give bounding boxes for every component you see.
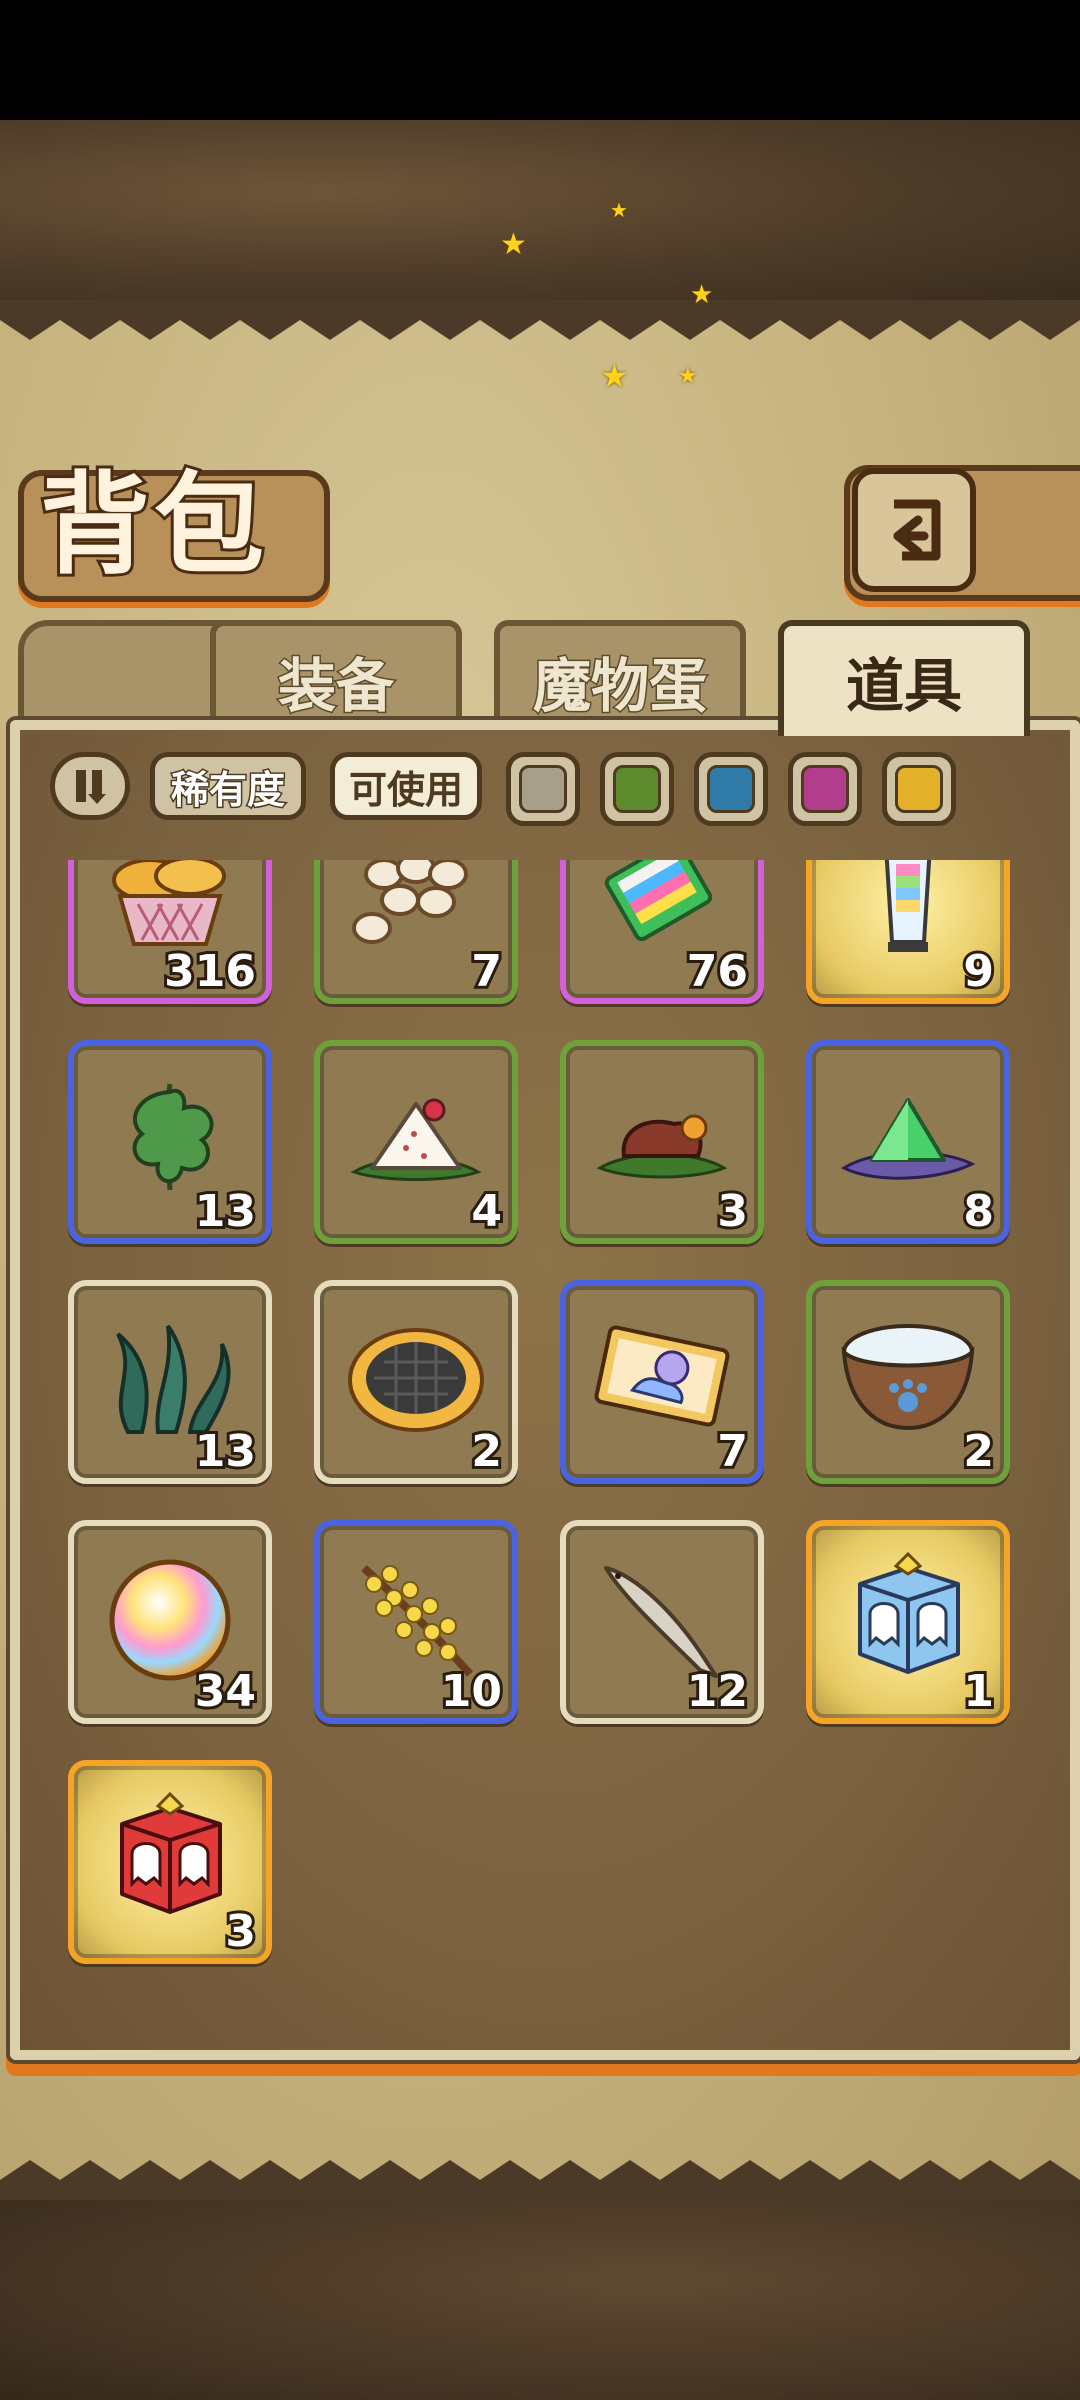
item-slot[interactable]: 13	[68, 1040, 272, 1244]
star-icon: ★	[600, 357, 629, 395]
item-slot[interactable]: 7	[560, 1280, 764, 1484]
item-count: 13	[192, 1424, 259, 1479]
item-slot[interactable]: 3	[68, 1760, 272, 1964]
star-icon: ★	[690, 280, 714, 310]
item-slot[interactable]: 34	[68, 1520, 272, 1724]
rarity-filter-rare[interactable]	[694, 752, 768, 826]
tab-items[interactable]: 道具	[778, 620, 1030, 736]
item-count: 4	[468, 1184, 505, 1239]
rarity-filter-uncommon[interactable]	[600, 752, 674, 826]
sort-toggle-button[interactable]	[50, 752, 130, 820]
item-count: 316	[161, 944, 259, 999]
rarity-chip	[613, 765, 661, 813]
item-slot[interactable]: 10	[314, 1520, 518, 1724]
rarity-filter-legendary[interactable]	[882, 752, 956, 826]
back-button[interactable]	[852, 468, 976, 592]
rainbow-lantern-icon	[884, 860, 932, 952]
rarity-sort-button[interactable]: 稀有度	[150, 752, 306, 820]
star-icon: ★	[678, 364, 698, 389]
usable-filter-button[interactable]: 可使用	[330, 752, 482, 820]
item-slot[interactable]: 7	[314, 860, 518, 1004]
item-count: 3	[222, 1904, 259, 1959]
item-count: 76	[684, 944, 751, 999]
item-slot[interactable]: 4	[314, 1040, 518, 1244]
tab-equipment[interactable]: 装备	[210, 620, 462, 736]
item-slot[interactable]: 9	[806, 860, 1010, 1004]
item-count: 34	[192, 1664, 259, 1719]
rarity-filter-epic[interactable]	[788, 752, 862, 826]
item-count: 12	[684, 1664, 751, 1719]
tab-monster-eggs[interactable]: 魔物蛋	[494, 620, 746, 736]
snail-ticket-icon	[594, 1325, 730, 1427]
rarity-chip	[895, 765, 943, 813]
item-count: 10	[438, 1664, 505, 1719]
eggs-icon	[352, 860, 468, 944]
item-count: 9	[960, 944, 997, 999]
item-slot[interactable]: 2	[806, 1280, 1010, 1484]
item-slot[interactable]: 76	[560, 860, 764, 1004]
sort-toggle-icon	[76, 770, 106, 804]
rarity-chip	[801, 765, 849, 813]
red-ghost-box-icon	[120, 1791, 222, 1914]
item-slot[interactable]: 3	[560, 1040, 764, 1244]
item-slot[interactable]: 12	[560, 1520, 764, 1724]
rarity-chip	[707, 765, 755, 813]
zigzag-border-bottom	[0, 2160, 1080, 2200]
zigzag-border-top	[0, 300, 1080, 340]
item-slot[interactable]: 8	[806, 1040, 1010, 1244]
item-count: 2	[960, 1424, 997, 1479]
green-crystal-icon	[840, 1098, 976, 1180]
item-count: 2	[468, 1424, 505, 1479]
map-background-top	[0, 120, 1080, 300]
paw-bowl-icon	[841, 1324, 975, 1431]
star-icon: ★	[500, 227, 527, 262]
item-grid: 316 7 76 9 13 4 3 8 13 2 7 2 34 10 12 1 …	[50, 860, 1030, 2010]
rarity-filter-common[interactable]	[506, 752, 580, 826]
item-count: 1	[960, 1664, 997, 1719]
rice-ball-icon	[350, 1098, 482, 1181]
blue-ghost-box-icon	[858, 1551, 960, 1674]
item-count: 7	[714, 1424, 751, 1479]
item-slot[interactable]: 1	[806, 1520, 1010, 1724]
item-count: 8	[960, 1184, 997, 1239]
roasted-meat-icon	[596, 1114, 728, 1179]
item-slot[interactable]: 316	[68, 860, 272, 1004]
map-background-bottom	[0, 2200, 1080, 2400]
page-title: 背包	[37, 457, 268, 592]
item-count: 7	[468, 944, 505, 999]
return-arrow-icon	[893, 499, 941, 561]
status-bar	[0, 0, 1080, 120]
cookie-tart-icon	[348, 1328, 484, 1432]
rarity-chip	[519, 765, 567, 813]
item-slot[interactable]: 13	[68, 1280, 272, 1484]
item-count: 13	[192, 1184, 259, 1239]
item-count: 3	[714, 1184, 751, 1239]
item-slot[interactable]: 2	[314, 1280, 518, 1484]
star-icon: ★	[610, 198, 628, 222]
